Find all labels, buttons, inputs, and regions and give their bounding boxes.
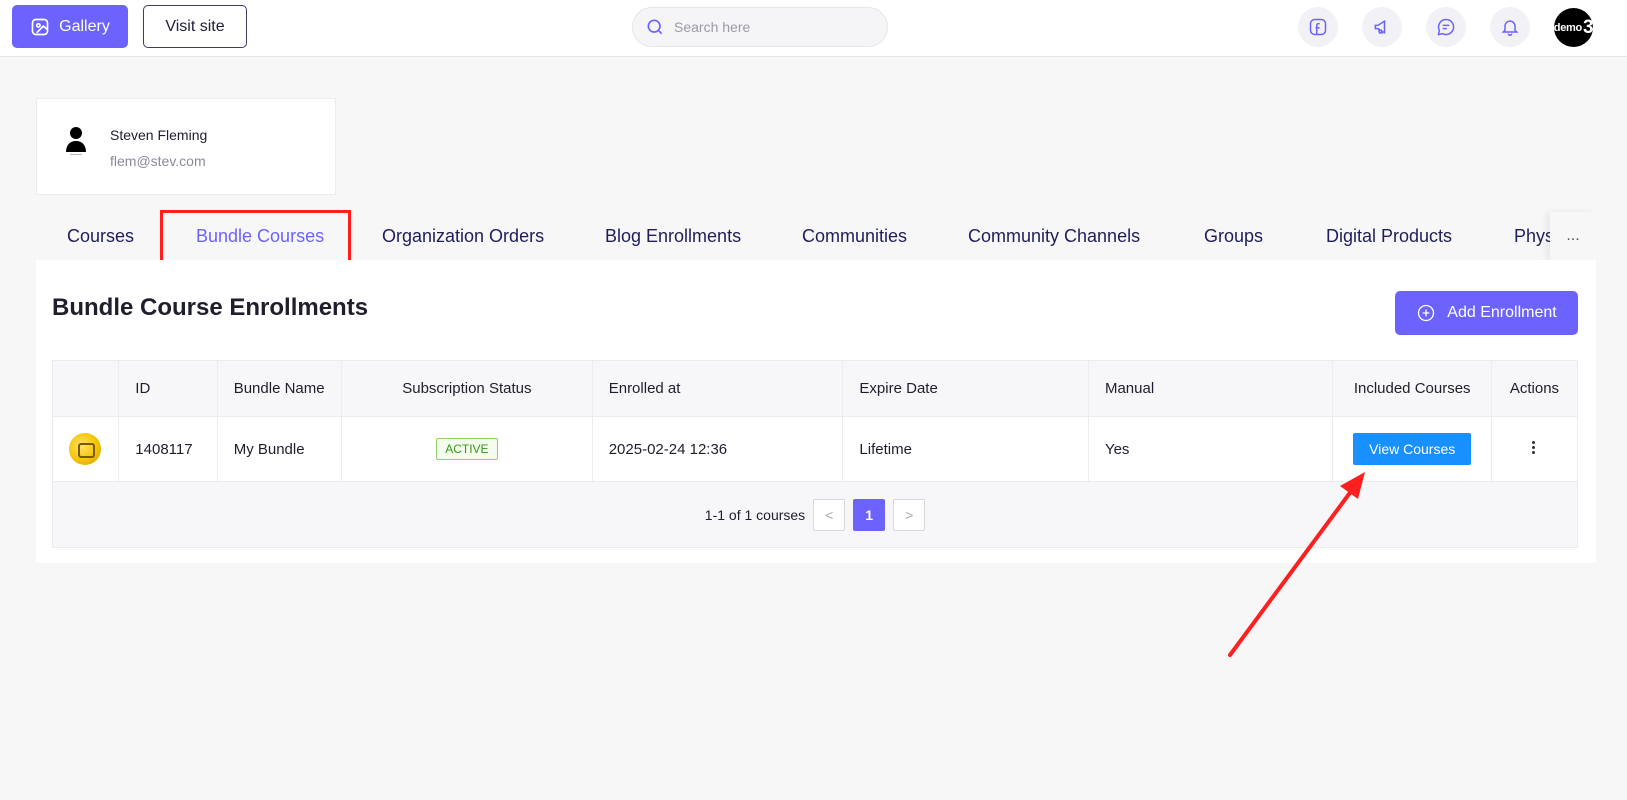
table-header-row: ID Bundle Name Subscription Status Enrol… xyxy=(51,360,1579,417)
cell-id: 1408117 xyxy=(118,416,218,482)
next-page-button[interactable]: > xyxy=(893,498,926,531)
header-expire-date: Expire Date xyxy=(842,360,1089,417)
person-icon xyxy=(66,127,86,155)
add-enrollment-button[interactable]: Add Enrollment xyxy=(1395,291,1578,335)
header-enrolled-at: Enrolled at xyxy=(591,360,844,417)
facebook-icon-button[interactable] xyxy=(1298,7,1338,47)
pagination-summary: 1-1 of 1 courses xyxy=(704,506,806,523)
avatar-text: demo xyxy=(1553,21,1582,34)
user-card: Steven Fleming flem@stev.com xyxy=(36,98,336,195)
status-badge: ACTIVE xyxy=(436,438,498,460)
page-1-button[interactable]: 1 xyxy=(853,498,886,531)
search-icon xyxy=(647,19,663,35)
header-id: ID xyxy=(118,360,218,417)
tab-overflow-clip: Phys xyxy=(1514,212,1550,260)
pagination-cell: 1-1 of 1 courses < 1 > xyxy=(52,481,1578,548)
enrollments-table: ID Bundle Name Subscription Status Enrol… xyxy=(51,360,1579,548)
chat-icon xyxy=(1437,18,1455,36)
pagination: 1-1 of 1 courses < 1 > xyxy=(704,498,926,531)
messages-button[interactable] xyxy=(1426,7,1466,47)
gallery-icon xyxy=(31,18,49,35)
page-title: Bundle Course Enrollments xyxy=(52,294,369,321)
visit-site-button[interactable]: Visit site xyxy=(143,5,247,48)
cell-actions xyxy=(1490,416,1579,482)
gallery-button[interactable]: Gallery xyxy=(12,5,128,48)
cell-enrolled-at: 2025-02-24 12:36 xyxy=(591,416,844,482)
header-bundle-name: Bundle Name xyxy=(216,360,343,417)
search-box[interactable] xyxy=(632,7,888,47)
add-enrollment-label: Add Enrollment xyxy=(1447,304,1557,321)
tabs-more-button[interactable]: ... xyxy=(1550,212,1596,260)
megaphone-icon xyxy=(1374,19,1386,35)
user-avatar[interactable]: demo 3 xyxy=(1553,8,1594,47)
user-name: Steven Fleming xyxy=(110,127,208,143)
tab-blog-enrollments[interactable]: Blog Enrollments xyxy=(605,212,741,260)
user-email: flem@stev.com xyxy=(110,153,206,169)
header-manual: Manual xyxy=(1087,360,1334,417)
prev-page-button[interactable]: < xyxy=(813,498,846,531)
enrollments-panel: Bundle Course Enrollments Add Enrollment… xyxy=(36,260,1596,563)
view-courses-button[interactable]: View Courses xyxy=(1353,433,1472,465)
tab-courses[interactable]: Courses xyxy=(67,212,134,260)
facebook-icon xyxy=(1309,18,1327,36)
row-actions-menu-icon[interactable] xyxy=(1532,439,1536,456)
gallery-label: Gallery xyxy=(59,17,110,35)
announcement-button[interactable] xyxy=(1362,7,1402,47)
enrollment-tabs: Courses Bundle Courses Organization Orde… xyxy=(36,212,1596,260)
notifications-button[interactable] xyxy=(1490,7,1530,47)
header-avatar xyxy=(51,360,120,417)
bundle-avatar xyxy=(69,433,101,465)
tab-digital-products[interactable]: Digital Products xyxy=(1326,212,1452,260)
top-bar: Gallery Visit site demo3 xyxy=(0,0,1627,57)
table-row: 1408117 My Bundle ACTIVE 2025-02-24 12:3… xyxy=(51,416,1579,482)
header-subscription-status: Subscription Status xyxy=(341,360,593,417)
cell-bundle-name: My Bundle xyxy=(216,416,343,482)
pagination-row: 1-1 of 1 courses < 1 > xyxy=(52,481,1578,548)
tab-bundle-courses[interactable]: Bundle Courses xyxy=(196,212,324,260)
tab-community-channels[interactable]: Community Channels xyxy=(968,212,1140,260)
search-input[interactable] xyxy=(674,19,874,35)
cell-avatar xyxy=(51,416,120,482)
avatar-digit: 3 xyxy=(1582,16,1594,38)
header-included-courses: Included Courses xyxy=(1332,360,1492,417)
tab-physical[interactable]: Phys xyxy=(1514,212,1550,260)
cell-status: ACTIVE xyxy=(341,416,593,482)
plus-circle-icon xyxy=(1418,304,1435,322)
tab-communities[interactable]: Communities xyxy=(802,212,907,260)
tab-groups[interactable]: Groups xyxy=(1204,212,1263,260)
cell-manual: Yes xyxy=(1087,416,1334,482)
cell-expire-date: Lifetime xyxy=(842,416,1089,482)
header-actions: Actions xyxy=(1490,360,1579,417)
cell-included-courses: View Courses xyxy=(1332,416,1492,482)
tab-organization-orders[interactable]: Organization Orders xyxy=(382,212,544,260)
bell-icon xyxy=(1501,20,1519,37)
